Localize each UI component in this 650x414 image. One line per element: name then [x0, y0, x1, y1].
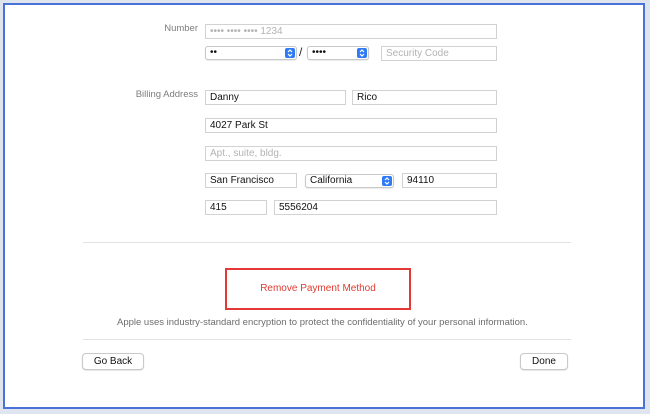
- expiry-separator: /: [299, 45, 303, 59]
- remove-payment-button[interactable]: Remove Payment Method: [227, 283, 409, 294]
- number-label: Number: [164, 23, 198, 34]
- zip-field[interactable]: 94110: [402, 173, 497, 188]
- encryption-note: Apple uses industry-standard encryption …: [117, 317, 528, 328]
- phone-field[interactable]: 5556204: [274, 200, 497, 215]
- state-value: California: [310, 175, 353, 186]
- card-number-field[interactable]: •••• •••• •••• 1234: [205, 24, 497, 39]
- first-name-field[interactable]: Danny: [205, 90, 346, 105]
- state-select[interactable]: California: [305, 174, 394, 188]
- divider: [83, 242, 571, 243]
- remove-payment-highlight[interactable]: Remove Payment Method: [225, 268, 411, 310]
- done-button[interactable]: Done: [520, 353, 568, 370]
- street-field[interactable]: 4027 Park St: [205, 118, 497, 133]
- go-back-button[interactable]: Go Back: [82, 353, 144, 370]
- security-code-field[interactable]: Security Code: [381, 46, 497, 61]
- chevron-updown-icon: [357, 48, 367, 58]
- expiry-month-select[interactable]: ••: [205, 46, 297, 60]
- expiry-year-select[interactable]: ••••: [307, 46, 369, 60]
- chevron-updown-icon: [285, 48, 295, 58]
- billing-address-label: Billing Address: [135, 89, 198, 100]
- expiry-year-value: ••••: [312, 47, 327, 58]
- last-name-field[interactable]: Rico: [352, 90, 497, 105]
- payment-window: Number •••• •••• •••• 1234 •• / •••• Sec…: [3, 3, 645, 409]
- apt-field[interactable]: Apt., suite, bldg.: [205, 146, 497, 161]
- divider: [83, 339, 571, 340]
- chevron-updown-icon: [382, 176, 392, 186]
- area-code-field[interactable]: 415: [205, 200, 267, 215]
- expiry-month-value: ••: [210, 47, 218, 58]
- city-field[interactable]: San Francisco: [205, 173, 297, 188]
